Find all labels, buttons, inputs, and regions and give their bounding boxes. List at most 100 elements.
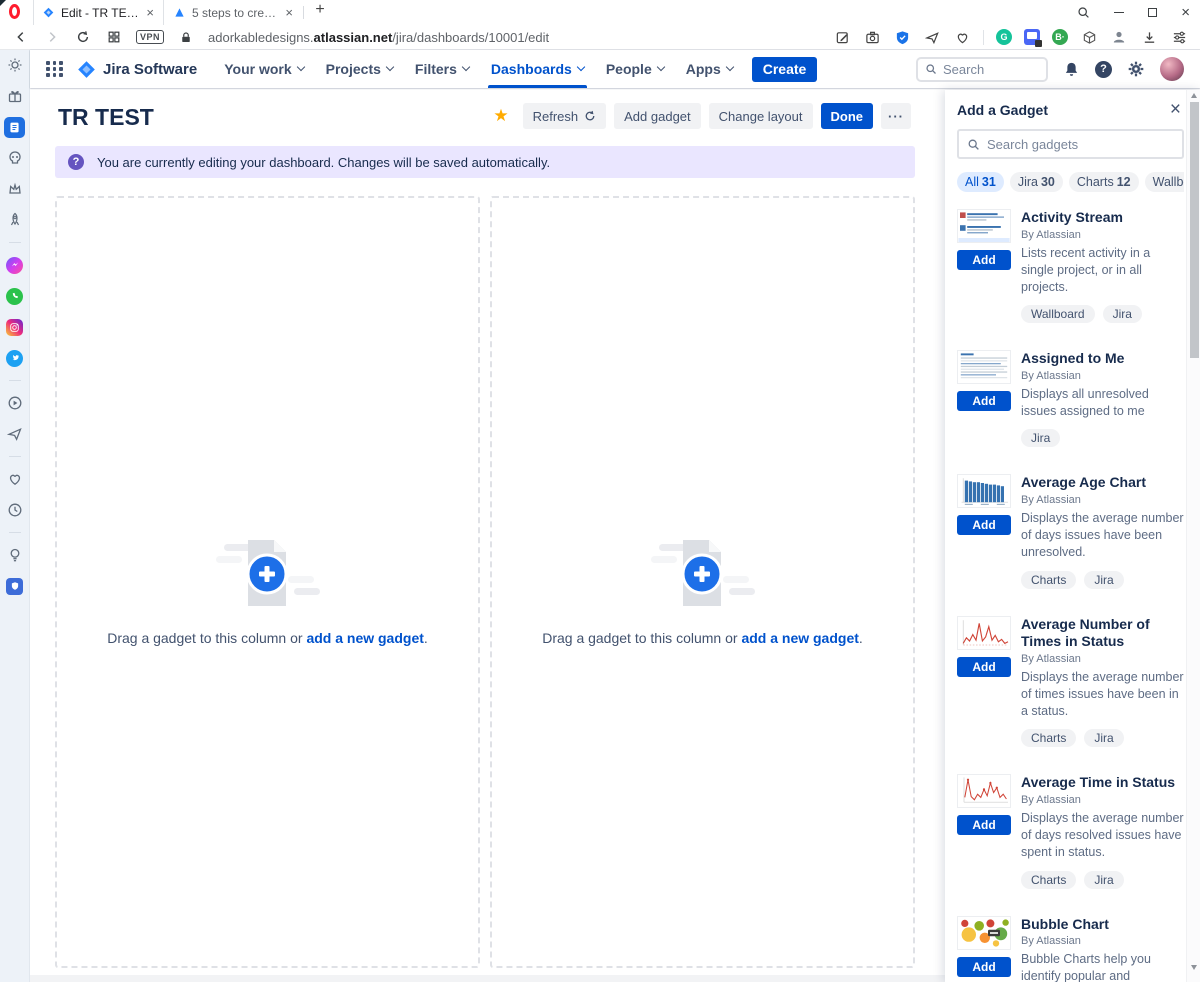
vpn-badge[interactable]: VPN bbox=[136, 30, 164, 44]
done-button[interactable]: Done bbox=[821, 103, 874, 129]
app-switcher-icon[interactable] bbox=[46, 61, 63, 77]
history-clock-icon[interactable] bbox=[4, 499, 26, 521]
snapshot-camera-icon[interactable] bbox=[863, 28, 881, 46]
gadget-search-input[interactable] bbox=[987, 137, 1174, 152]
send-to-device-icon[interactable] bbox=[923, 28, 941, 46]
opera-logo-icon[interactable] bbox=[9, 4, 20, 19]
filter-all[interactable]: All31 bbox=[957, 172, 1004, 192]
bookmark-heart-icon[interactable] bbox=[953, 28, 971, 46]
scroll-up-arrow[interactable] bbox=[1191, 93, 1197, 98]
nav-item-people[interactable]: People bbox=[595, 50, 675, 88]
nav-item-your-work[interactable]: Your work bbox=[213, 50, 314, 88]
whatsapp-icon[interactable] bbox=[4, 285, 26, 307]
rocket-icon[interactable] bbox=[4, 209, 26, 231]
messenger-icon[interactable] bbox=[4, 254, 26, 276]
gadget-tag[interactable]: Jira bbox=[1084, 871, 1123, 889]
nav-item-apps[interactable]: Apps bbox=[675, 50, 744, 88]
minimize-button[interactable] bbox=[1114, 12, 1124, 14]
cube-extension-icon[interactable] bbox=[1080, 28, 1098, 46]
global-search-box[interactable] bbox=[916, 57, 1048, 82]
b-extension-icon[interactable]: B· bbox=[1052, 29, 1068, 45]
grammarly-extension-icon[interactable]: G bbox=[996, 29, 1012, 45]
hint-text: Drag a gadget to this column or bbox=[107, 630, 302, 646]
change-layout-button[interactable]: Change layout bbox=[709, 103, 813, 129]
jira-brand[interactable]: Jira Software bbox=[77, 60, 197, 79]
workspace-sun-icon[interactable] bbox=[4, 54, 26, 76]
filter-charts[interactable]: Charts12 bbox=[1069, 172, 1139, 192]
add-gadget-button[interactable]: Add bbox=[957, 657, 1011, 677]
add-gadget-button[interactable]: Add bbox=[957, 391, 1011, 411]
gadget-tag[interactable]: Jira bbox=[1021, 429, 1060, 447]
downloads-icon[interactable] bbox=[1140, 28, 1158, 46]
add-new-gadget-link[interactable]: add a new gadget bbox=[741, 630, 858, 646]
forward-button[interactable] bbox=[43, 28, 61, 46]
password-extension-icon[interactable] bbox=[1024, 29, 1040, 45]
edit-page-icon[interactable] bbox=[833, 28, 851, 46]
create-button[interactable]: Create bbox=[752, 57, 818, 82]
favorites-heart-icon[interactable] bbox=[4, 468, 26, 490]
add-gadget-toolbar-button[interactable]: Add gadget bbox=[614, 103, 701, 129]
gadget-search-box[interactable] bbox=[957, 129, 1184, 159]
gadget-tag[interactable]: Jira bbox=[1084, 571, 1123, 589]
filter-jira[interactable]: Jira30 bbox=[1010, 172, 1063, 192]
filter-wallboard[interactable]: Wallboard5 bbox=[1145, 172, 1184, 192]
tab-close-icon[interactable]: × bbox=[285, 5, 293, 20]
notifications-bell-icon[interactable] bbox=[1063, 61, 1080, 78]
add-gadget-button[interactable]: Add bbox=[957, 815, 1011, 835]
settings-gear-icon[interactable] bbox=[1127, 60, 1145, 78]
favorite-star-icon[interactable]: ★ bbox=[493, 106, 508, 126]
browser-search-icon[interactable] bbox=[1077, 6, 1090, 19]
instagram-icon[interactable] bbox=[4, 316, 26, 338]
gadget-tag[interactable]: Charts bbox=[1021, 729, 1076, 747]
maximize-button[interactable] bbox=[1148, 8, 1157, 17]
tab-close-icon[interactable]: × bbox=[146, 5, 154, 20]
nav-item-filters[interactable]: Filters bbox=[404, 50, 480, 88]
dashboard-column-left[interactable]: Drag a gadget to this column or add a ne… bbox=[55, 196, 480, 968]
add-gadget-button[interactable]: Add bbox=[957, 515, 1011, 535]
speed-dial-icon[interactable] bbox=[105, 28, 123, 46]
nav-item-projects[interactable]: Projects bbox=[315, 50, 404, 88]
gadget-tag[interactable]: Charts bbox=[1021, 571, 1076, 589]
ghost-skull-icon[interactable] bbox=[4, 147, 26, 169]
shield-extension-icon[interactable] bbox=[4, 575, 26, 597]
more-actions-button[interactable]: ··· bbox=[881, 103, 911, 129]
rewards-gift-icon[interactable] bbox=[4, 85, 26, 107]
panel-scrollbar[interactable] bbox=[1186, 90, 1200, 982]
add-gadget-button[interactable]: Add bbox=[957, 957, 1011, 977]
new-tab-button[interactable]: + bbox=[310, 1, 330, 19]
scroll-down-arrow[interactable] bbox=[1191, 965, 1197, 970]
nav-item-dashboards[interactable]: Dashboards bbox=[480, 50, 595, 88]
gadget-tag[interactable]: Jira bbox=[1084, 729, 1123, 747]
close-panel-icon[interactable]: × bbox=[1167, 100, 1184, 119]
profile-icon[interactable] bbox=[1110, 28, 1128, 46]
add-gadget-button[interactable]: Add bbox=[957, 250, 1011, 270]
add-new-gadget-link[interactable]: add a new gadget bbox=[306, 630, 423, 646]
browser-tab-inactive[interactable]: 5 steps to create a killer × bbox=[165, 0, 302, 25]
scrollbar-thumb[interactable] bbox=[1190, 102, 1199, 358]
browser-tab-active[interactable]: Edit - TR TEST - Jira × bbox=[33, 0, 164, 25]
close-window-button[interactable]: × bbox=[1181, 5, 1190, 20]
dashboard-column-right[interactable]: Drag a gadget to this column or add a ne… bbox=[490, 196, 915, 968]
refresh-button[interactable]: Refresh bbox=[523, 103, 607, 129]
gadget-tag[interactable]: Charts bbox=[1021, 871, 1076, 889]
lock-icon[interactable] bbox=[177, 28, 195, 46]
browser-tab-strip: Edit - TR TEST - Jira × 5 steps to creat… bbox=[0, 0, 1200, 25]
address-bar-url[interactable]: adorkabledesigns.atlassian.net/jira/dash… bbox=[208, 30, 549, 45]
reload-button[interactable] bbox=[74, 28, 92, 46]
user-avatar[interactable] bbox=[1160, 57, 1184, 81]
back-button[interactable] bbox=[12, 28, 30, 46]
player-icon[interactable] bbox=[4, 392, 26, 414]
ideas-bulb-icon[interactable] bbox=[4, 544, 26, 566]
gadget-tag[interactable]: Jira bbox=[1103, 305, 1142, 323]
global-search-input[interactable] bbox=[943, 62, 1033, 77]
crown-icon[interactable] bbox=[4, 178, 26, 200]
banner-message: You are currently editing your dashboard… bbox=[97, 155, 550, 170]
gadget-description: Displays all unresolved issues assigned … bbox=[1021, 386, 1184, 421]
easy-setup-sliders-icon[interactable] bbox=[1170, 28, 1188, 46]
shield-check-icon[interactable] bbox=[893, 28, 911, 46]
help-icon[interactable]: ? bbox=[1095, 61, 1112, 78]
twitter-icon[interactable] bbox=[4, 347, 26, 369]
reading-list-icon[interactable] bbox=[4, 116, 26, 138]
telegram-send-icon[interactable] bbox=[4, 423, 26, 445]
gadget-tag[interactable]: Wallboard bbox=[1021, 305, 1095, 323]
